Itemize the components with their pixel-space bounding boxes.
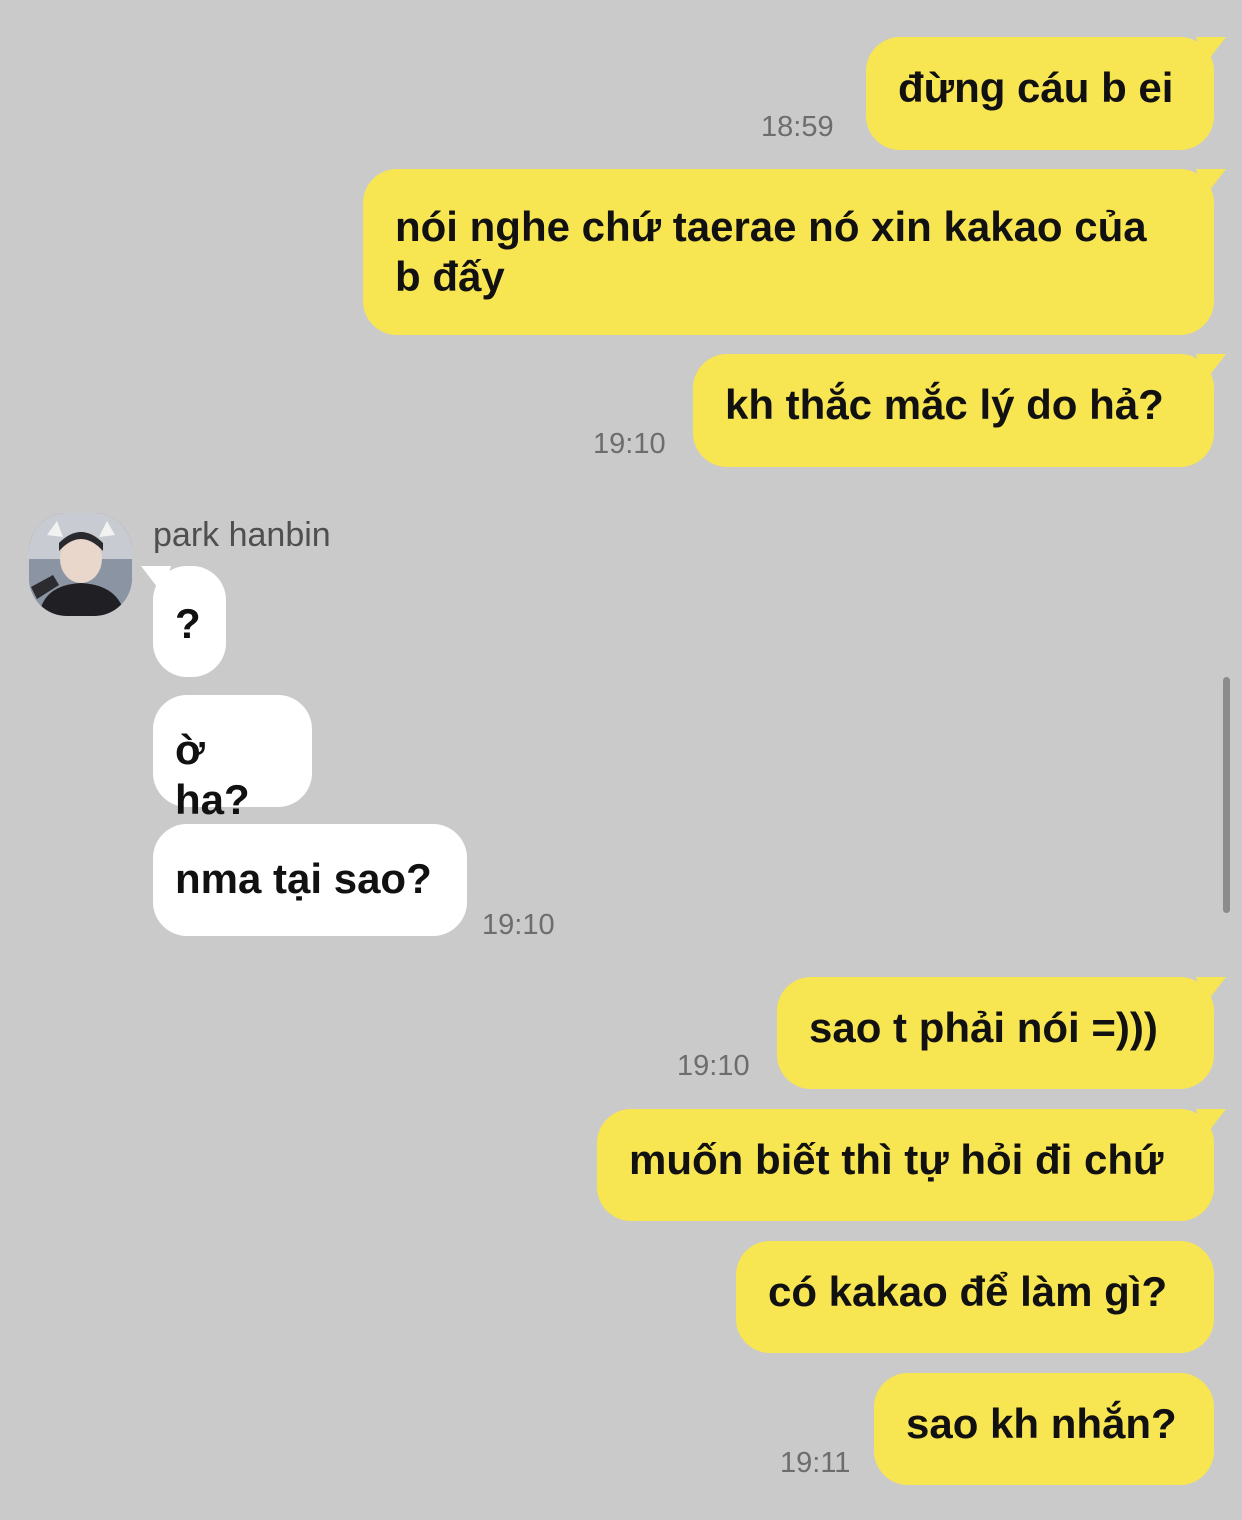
sender-name: park hanbin bbox=[153, 516, 331, 554]
message-text: sao kh nhắn? bbox=[906, 1400, 1177, 1447]
bubble-tail bbox=[1196, 977, 1226, 1005]
bubble-tail bbox=[1196, 169, 1226, 197]
bubble-tail bbox=[1196, 37, 1226, 65]
message-text: kh thắc mắc lý do hả? bbox=[725, 381, 1164, 428]
message-bubble-sent[interactable]: sao kh nhắn? bbox=[874, 1373, 1214, 1485]
bubble-tail bbox=[1196, 354, 1226, 382]
message-text: đừng cáu b ei bbox=[898, 64, 1174, 111]
message-text: sao t phải nói =))) bbox=[809, 1004, 1158, 1051]
contact-avatar[interactable] bbox=[29, 513, 132, 616]
message-text: ờ ha? bbox=[175, 726, 250, 823]
message-timestamp: 19:10 bbox=[677, 1050, 750, 1082]
message-text: muốn biết thì tự hỏi đi chứ bbox=[629, 1136, 1164, 1183]
bubble-tail bbox=[141, 566, 171, 594]
message-bubble-received[interactable]: ờ ha? bbox=[153, 695, 312, 823]
bubble-tail bbox=[1196, 1109, 1226, 1137]
scrollbar-thumb[interactable] bbox=[1223, 677, 1230, 913]
message-timestamp: 19:11 bbox=[780, 1447, 851, 1479]
message-text: nói nghe chứ taerae nó xin kakao của b đ… bbox=[395, 203, 1147, 300]
message-text: nma tại sao? bbox=[175, 855, 432, 902]
message-bubble-sent[interactable]: muốn biết thì tự hỏi đi chứ bbox=[597, 1109, 1226, 1221]
message-bubble-received[interactable]: ? bbox=[141, 566, 226, 677]
message-timestamp: 18:59 bbox=[761, 111, 834, 143]
message-bubble-sent[interactable]: kh thắc mắc lý do hả? bbox=[693, 354, 1226, 467]
message-timestamp: 19:10 bbox=[482, 909, 555, 941]
message-bubble-sent[interactable]: có kakao để làm gì? bbox=[736, 1241, 1214, 1353]
message-bubble-sent[interactable]: đừng cáu b ei bbox=[866, 37, 1226, 150]
message-timestamp: 19:10 bbox=[593, 428, 666, 460]
message-bubble-received[interactable]: nma tại sao? bbox=[153, 824, 467, 936]
message-bubble-sent[interactable]: nói nghe chứ taerae nó xin kakao của b đ… bbox=[363, 169, 1226, 335]
message-text: có kakao để làm gì? bbox=[768, 1268, 1168, 1315]
user-photo-avatar-icon bbox=[29, 513, 132, 616]
message-text: ? bbox=[175, 600, 201, 647]
message-bubble-sent[interactable]: sao t phải nói =))) bbox=[777, 977, 1226, 1089]
